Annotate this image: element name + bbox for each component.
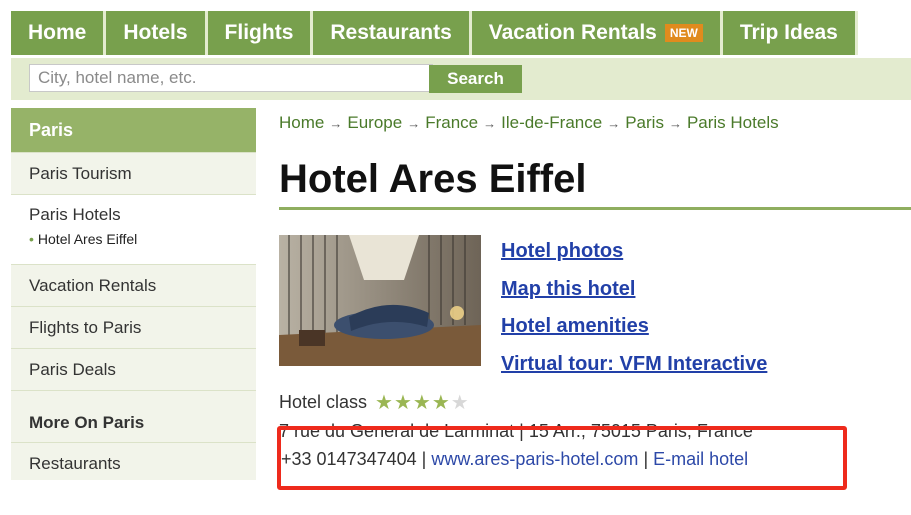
sidebar-header[interactable]: Paris [11,108,256,152]
star-filled-icon: ★ [375,392,394,414]
arrow-right-icon: → [329,116,343,131]
breadcrumb: Home → Europe → France → Ile-de-France → Paris → P… [279,113,779,133]
map-this-hotel-link[interactable]: Map this hotel [501,276,767,314]
sidebar-section-more-on-paris: More On Paris [11,390,256,442]
nav-tab-label: Restaurants [330,21,452,44]
sidebar-subitem-hotel-ares-eiffel[interactable]: • Hotel Ares Eiffel [29,231,256,247]
sidebar: Paris Paris Tourism Paris Hotels • Hotel … [11,108,256,480]
nav-tab-vacation-rentals[interactable]: Vacation Rentals NEW [471,11,720,55]
separator: | [643,449,654,469]
sidebar-item-paris-hotels[interactable]: Paris Hotels • Hotel Ares Eiffel [11,194,256,264]
search-input[interactable] [29,64,433,92]
star-filled-icon: ★ [412,392,432,414]
nav-tab-home[interactable]: Home [11,11,104,55]
virtual-tour-link[interactable]: Virtual tour: VFM Interactive [501,351,767,389]
nav-tab-label: Trip Ideas [739,21,838,44]
sidebar-item-paris-tourism[interactable]: Paris Tourism [11,152,256,194]
breadcrumb-item[interactable]: Europe [347,113,402,132]
star-empty-icon: ★ [450,392,470,414]
nav-tab-label: Flights [224,21,294,44]
star-rating: ★★★★★ [375,390,470,415]
sidebar-item-paris-deals[interactable]: Paris Deals [11,348,256,390]
breadcrumb-item[interactable]: Ile-de-France [501,113,602,132]
separator: | [421,449,432,469]
sidebar-subitem-label: Hotel Ares Eiffel [37,231,138,247]
nav-tab-restaurants[interactable]: Restaurants [313,11,469,55]
arrow-right-icon: → [607,116,621,131]
nav-tab-trip-ideas[interactable]: Trip Ideas [722,11,855,55]
top-navigation: Home Hotels Flights Restaurants Vacation… [11,11,858,55]
breadcrumb-item[interactable]: Paris Hotels [687,113,779,132]
breadcrumb-item[interactable]: Paris [625,113,664,132]
hotel-class: Hotel class ★★★★★ [279,390,470,415]
search-bar: Search [11,58,911,100]
hotel-contact: +33 0147347404 | www.ares-paris-hotel.co… [281,449,748,470]
hotel-phone: +33 0147347404 [281,449,417,469]
nav-tab-flights[interactable]: Flights [207,11,311,55]
hotel-photo[interactable] [279,235,481,366]
hotel-website-link[interactable]: www.ares-paris-hotel.com [431,449,638,469]
bullet-icon: • [29,231,34,247]
hotel-photos-link[interactable]: Hotel photos [501,238,767,276]
breadcrumb-item[interactable]: Home [279,113,324,132]
nav-tab-label: Home [28,21,87,44]
breadcrumb-item[interactable]: France [425,113,478,132]
star-filled-icon: ★ [431,392,451,414]
sidebar-item-flights-to-paris[interactable]: Flights to Paris [11,306,256,348]
hotel-class-label: Hotel class [279,392,368,412]
arrow-right-icon: → [483,116,497,131]
arrow-right-icon: → [407,116,421,131]
hotel-amenities-link[interactable]: Hotel amenities [501,313,767,351]
nav-tab-label: Hotels [123,21,188,44]
new-badge: NEW [664,24,703,42]
nav-tab-hotels[interactable]: Hotels [106,11,205,55]
nav-tab-label: Vacation Rentals [488,21,657,44]
page-title: Hotel Ares Eiffel [279,157,587,201]
hotel-address: 7 rue du General de Larminat | 15 Arr., … [279,421,753,441]
title-divider [279,207,911,210]
hotel-links: Hotel photos Map this hotel Hotel amenit… [501,238,767,388]
email-hotel-link[interactable]: E-mail hotel [653,449,748,469]
sidebar-item-vacation-rentals[interactable]: Vacation Rentals [11,264,256,306]
sidebar-item-label: Paris Hotels [29,205,121,224]
star-filled-icon: ★ [393,392,413,414]
arrow-right-icon: → [668,116,682,131]
search-button[interactable]: Search [429,65,522,93]
